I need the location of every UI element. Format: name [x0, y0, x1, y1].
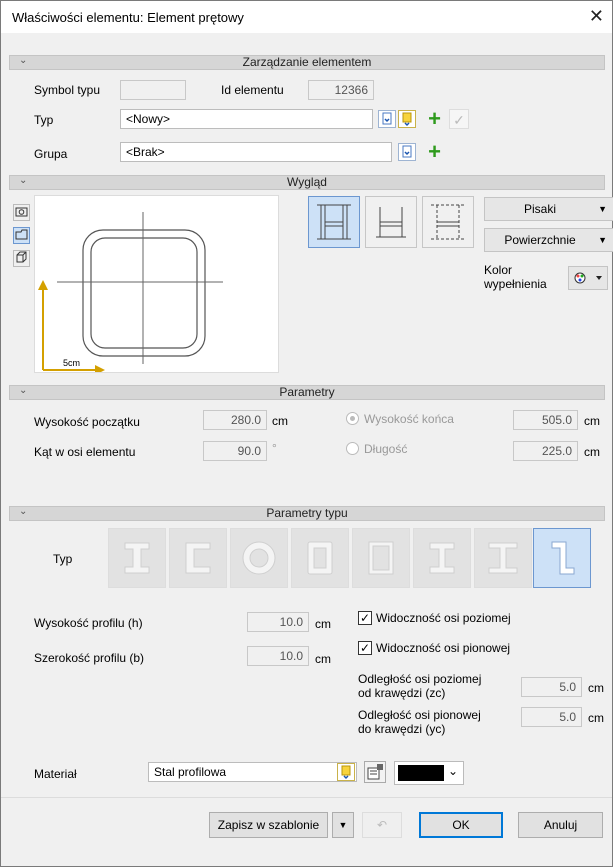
type-field[interactable]: <Nowy>: [120, 109, 373, 129]
material-color-select[interactable]: ⌄: [394, 761, 464, 785]
section-title: Parametry typu: [266, 506, 348, 520]
profile-t-section-button[interactable]: [413, 528, 471, 588]
view-full-button[interactable]: [308, 196, 360, 248]
element-id-label: Id elementu: [221, 83, 284, 97]
fill-color-button[interactable]: [568, 266, 608, 290]
profile-width-field[interactable]: 10.0: [247, 646, 309, 666]
profile-type-label: Typ: [53, 552, 73, 566]
profile-height-field[interactable]: 10.0: [247, 612, 309, 632]
symbol-type-field[interactable]: [120, 80, 186, 100]
save-template-button[interactable]: Zapisz w szablonie: [209, 812, 328, 838]
profile-preview: 5cm: [34, 195, 279, 375]
confirm-type-icon: ✓: [449, 109, 469, 129]
footer-divider: [1, 797, 612, 798]
zc-label-line2: od krawędzi (zc): [358, 686, 446, 700]
ok-button[interactable]: OK: [419, 812, 503, 838]
profile-height-label: Wysokość profilu (h): [34, 616, 143, 630]
axis-angle-label: Kąt w osi elementu: [34, 445, 136, 459]
profile-rect-tube-button[interactable]: [291, 528, 349, 588]
end-height-field[interactable]: 505.0: [513, 410, 578, 430]
undo-icon: ↶: [362, 812, 402, 838]
group-label: Grupa: [34, 147, 68, 161]
view-dashed-button[interactable]: [422, 196, 474, 248]
yc-unit: cm: [588, 711, 604, 725]
profile-i-beam-button[interactable]: [108, 528, 166, 588]
surfaces-label: Powierzchnie: [504, 233, 576, 247]
section-title: Parametry: [279, 385, 335, 399]
section-params-header[interactable]: ⌄ Parametry: [9, 385, 605, 400]
add-type-icon[interactable]: +: [425, 108, 444, 130]
axis-angle-unit: °: [272, 441, 277, 455]
start-height-label: Wysokość początku: [34, 415, 140, 429]
zc-unit: cm: [588, 681, 604, 695]
add-group-icon[interactable]: +: [425, 141, 444, 163]
surfaces-dropdown[interactable]: Powierzchnie ▼: [484, 228, 613, 252]
group-info-icon[interactable]: [398, 143, 416, 161]
section-appearance-header[interactable]: ⌄ Wygląd: [9, 175, 605, 190]
start-height-unit: cm: [272, 414, 288, 428]
3d-view-icon[interactable]: [13, 250, 30, 267]
end-height-unit: cm: [584, 414, 600, 428]
length-radio[interactable]: [346, 442, 359, 455]
chevron-down-icon: ⌄: [447, 764, 458, 778]
yc-label-line1: Odległość osi pionowej: [358, 708, 481, 722]
yc-field[interactable]: 5.0: [521, 707, 582, 727]
pens-dropdown[interactable]: Pisaki ▼: [484, 197, 613, 221]
close-icon[interactable]: ✕: [589, 6, 604, 27]
section-type-params-header[interactable]: ⌄ Parametry typu: [9, 506, 605, 521]
length-field[interactable]: 225.0: [513, 441, 578, 461]
end-height-label: Wysokość końca: [364, 412, 454, 426]
material-tag-icon[interactable]: [337, 763, 355, 781]
scale-label: 5cm: [63, 358, 81, 368]
type-label: Typ: [34, 113, 54, 127]
camera-icon[interactable]: [13, 204, 30, 221]
dropdown-arrow-icon: ▼: [598, 204, 607, 214]
section-management-header[interactable]: ⌄ Zarządzanie elementem: [9, 55, 605, 70]
pens-label: Pisaki: [523, 202, 556, 216]
horizontal-axis-checkbox[interactable]: ✓: [358, 611, 372, 625]
cancel-button[interactable]: Anuluj: [518, 812, 603, 838]
view-outline-button[interactable]: [365, 196, 417, 248]
dropdown-arrow-icon: ▼: [598, 235, 607, 245]
element-id-field: 12366: [308, 80, 374, 100]
vertical-axis-checkbox[interactable]: ✓: [358, 641, 372, 655]
symbol-type-label: Symbol typu: [34, 83, 101, 97]
profile-height-unit: cm: [315, 617, 331, 631]
zc-label-line1: Odległość osi poziomej: [358, 672, 482, 686]
material-label: Materiał: [34, 767, 77, 781]
profile-wide-flange-button[interactable]: [474, 528, 532, 588]
title-bar: Właściwości elementu: Element prętowy ✕: [1, 1, 612, 33]
fill-color-label-line2: wypełnienia: [484, 277, 547, 291]
properties-dialog: Właściwości elementu: Element prętowy ✕ …: [0, 0, 613, 867]
length-label: Długość: [364, 442, 408, 456]
section-title: Zarządzanie elementem: [242, 55, 372, 69]
profile-thin-tube-button[interactable]: [352, 528, 410, 588]
vertical-axis-label: Widoczność osi pionowej: [376, 641, 511, 655]
2d-view-icon[interactable]: [13, 227, 30, 244]
window-title: Właściwości elementu: Element prętowy: [12, 10, 244, 25]
axis-angle-field[interactable]: 90.0: [203, 441, 267, 461]
material-properties-icon[interactable]: [364, 761, 386, 783]
section-title: Wygląd: [287, 175, 327, 189]
length-unit: cm: [584, 445, 600, 459]
zc-field[interactable]: 5.0: [521, 677, 582, 697]
profile-round-tube-button[interactable]: [230, 528, 288, 588]
fill-color-label-line1: Kolor: [484, 263, 513, 277]
save-template-dropdown-icon[interactable]: ▼: [332, 812, 354, 838]
profile-width-label: Szerokość profilu (b): [34, 651, 145, 665]
material-color-swatch: [398, 765, 444, 781]
group-field[interactable]: <Brak>: [120, 142, 392, 162]
type-info-icon[interactable]: [378, 110, 396, 128]
profile-width-unit: cm: [315, 652, 331, 666]
profile-angle-button[interactable]: [533, 528, 591, 588]
horizontal-axis-label: Widoczność osi poziomej: [376, 611, 511, 625]
material-field[interactable]: Stal profilowa: [148, 762, 357, 782]
start-height-field[interactable]: 280.0: [203, 410, 267, 430]
end-height-radio[interactable]: [346, 412, 359, 425]
yc-label-line2: do krawędzi (yc): [358, 722, 446, 736]
profile-channel-button[interactable]: [169, 528, 227, 588]
type-tag-icon[interactable]: [398, 110, 416, 128]
